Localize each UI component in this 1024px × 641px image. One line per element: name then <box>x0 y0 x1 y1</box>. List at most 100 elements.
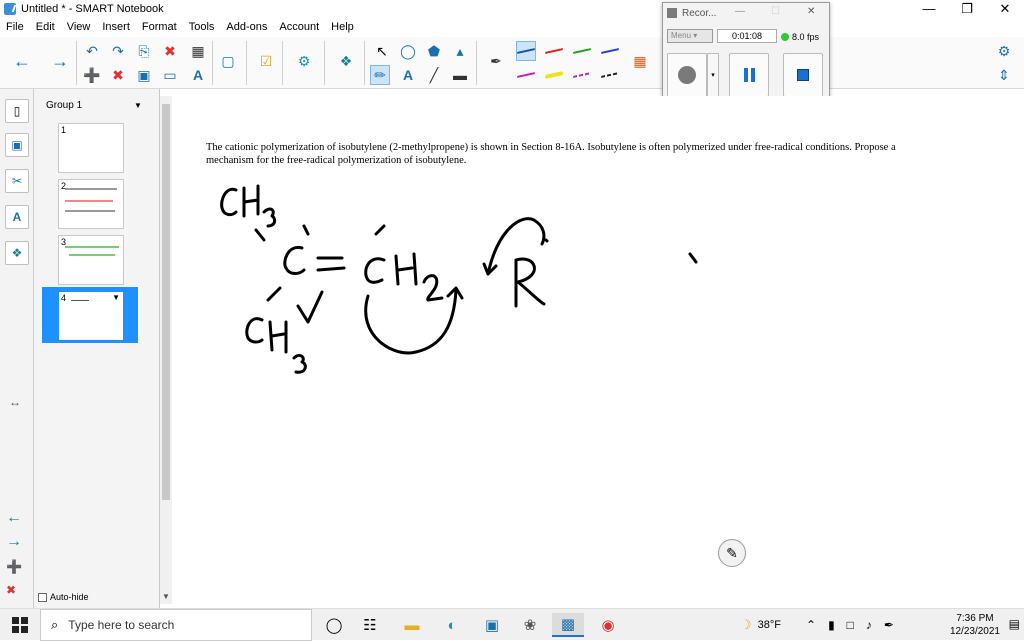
pause-button[interactable] <box>729 53 769 97</box>
whiteboard-canvas[interactable]: The cationic polymerization of isobutyle… <box>172 96 1024 608</box>
ink-c-lower <box>245 317 264 344</box>
close-button[interactable]: ✕ <box>986 0 1024 18</box>
side-tabs: ▯ ▣ ✂ A ❖ ↔ ← → ➕ ✖ <box>0 89 34 608</box>
cortana-icon[interactable]: ◯ <box>318 613 350 637</box>
store-icon[interactable]: ▣ <box>476 613 508 637</box>
screen-shade-icon[interactable]: ▭ <box>160 65 180 85</box>
pen-dashed-black-icon[interactable] <box>600 65 620 85</box>
weather-widget[interactable]: ☽ 38°F <box>740 609 781 641</box>
menu-edit[interactable]: Edit <box>30 21 61 33</box>
task-view-icon[interactable]: ☷ <box>354 613 386 637</box>
edge-icon[interactable]: ◐ <box>436 613 468 637</box>
attachments-tab[interactable]: ✂ <box>5 169 29 193</box>
microphone-icon[interactable]: ▮ <box>828 618 835 632</box>
smart-notebook-taskbar-icon[interactable]: ▩ <box>552 613 584 637</box>
color-palette-icon[interactable]: ▦ <box>630 51 650 71</box>
pen-yellow-icon[interactable] <box>544 65 564 85</box>
widget-icon[interactable]: ❖ <box>336 51 356 71</box>
pen-black-icon[interactable] <box>516 41 536 61</box>
taskbar-clock[interactable]: 7:36 PM 12/23/2021 <box>950 612 1000 638</box>
pen-red-icon[interactable] <box>544 41 564 61</box>
fill-icon[interactable]: ▴ <box>450 41 470 61</box>
pen-icon[interactable]: ✒ <box>486 51 506 71</box>
display-icon[interactable]: ▢ <box>218 51 238 71</box>
notifications-icon[interactable]: ▤ <box>1009 617 1020 631</box>
settings-gear-icon[interactable]: ⚙ <box>994 41 1014 61</box>
page-thumbnail-3[interactable]: 3 <box>58 235 124 285</box>
check-response-icon[interactable]: ☑ <box>256 51 276 71</box>
add-ons-tab[interactable]: ❖ <box>5 241 29 265</box>
chrome-icon[interactable]: ◉ <box>592 613 624 637</box>
ink-stray-mark <box>688 252 698 264</box>
add-ons-icon[interactable]: ⚙ <box>294 51 314 71</box>
shapes-icon[interactable]: ◯ <box>398 41 418 61</box>
menu-addons[interactable]: Add-ons <box>220 21 273 33</box>
paste-icon[interactable]: ⎘ <box>134 41 154 61</box>
menu-view[interactable]: View <box>61 21 97 33</box>
back-arrow-icon[interactable]: ← <box>12 51 32 71</box>
text-tool-icon[interactable]: A <box>398 65 418 85</box>
pens-icon[interactable]: ✏ <box>370 65 390 85</box>
recorder-maximize-button[interactable]: ☐ <box>771 6 780 17</box>
page-sorter-scrollbar[interactable]: ▼ <box>160 96 172 604</box>
scroll-down-icon[interactable]: ▼ <box>162 592 170 601</box>
move-toolbar-icon[interactable]: ⇕ <box>994 65 1014 85</box>
page-sorter-tab[interactable]: ▯ <box>5 99 29 123</box>
add-page-icon[interactable]: ➕ <box>82 65 102 85</box>
add-page-side-icon[interactable]: ➕ <box>6 559 22 575</box>
group-dropdown-icon[interactable]: ▼ <box>134 101 142 110</box>
start-button[interactable] <box>0 609 40 641</box>
menu-tools[interactable]: Tools <box>183 21 221 33</box>
auto-hide-toggle[interactable]: Auto-hide <box>38 592 89 602</box>
floating-pen-button[interactable]: ✎ <box>718 539 746 567</box>
minimize-button[interactable]: — <box>910 0 948 18</box>
pen-green-icon[interactable] <box>572 41 592 61</box>
menu-file[interactable]: File <box>0 21 30 33</box>
record-options-dropdown[interactable]: ▾ <box>707 53 719 97</box>
eraser-icon[interactable]: ▬ <box>450 65 470 85</box>
pen-tray-icon[interactable]: ✒ <box>884 618 894 632</box>
volume-icon[interactable]: ♪ <box>866 618 872 632</box>
menu-format[interactable]: Format <box>136 21 183 33</box>
record-button[interactable] <box>667 53 707 97</box>
scrollbar-thumb[interactable] <box>162 104 170 500</box>
select-arrow-icon[interactable]: ↖ <box>372 41 392 61</box>
line-tool-icon[interactable]: ╱ <box>424 65 444 85</box>
properties-tab[interactable]: A <box>5 205 29 229</box>
pen-blue-icon[interactable] <box>600 41 620 61</box>
next-page-arrow-icon[interactable]: → <box>6 533 22 551</box>
page-menu-icon[interactable]: ▼ <box>112 293 120 302</box>
show-hidden-icons-icon[interactable]: ⌃ <box>806 618 816 632</box>
delete-page-side-icon[interactable]: ✖ <box>6 583 16 597</box>
menu-help[interactable]: Help <box>325 21 360 33</box>
delete-icon[interactable]: ✖ <box>160 41 180 61</box>
pen-magenta-icon[interactable] <box>516 65 536 85</box>
recorder-close-button[interactable]: ✕ <box>807 6 815 17</box>
resize-panel-icon[interactable]: ↔ <box>9 395 21 409</box>
gallery-tab[interactable]: ▣ <box>5 133 29 157</box>
menu-account[interactable]: Account <box>273 21 325 33</box>
menu-insert[interactable]: Insert <box>96 21 136 33</box>
table-icon[interactable]: ▦ <box>188 41 208 61</box>
page-thumbnail-2[interactable]: 2 <box>58 179 124 229</box>
save-icon[interactable]: ▣ <box>134 65 154 85</box>
text-format-icon[interactable]: A <box>188 65 208 85</box>
forward-arrow-icon[interactable]: → <box>50 51 70 71</box>
paint-icon[interactable]: ❀ <box>514 613 546 637</box>
auto-hide-checkbox[interactable] <box>38 592 47 602</box>
file-explorer-icon[interactable]: ▬ <box>396 613 428 637</box>
delete-page-icon[interactable]: ✖ <box>108 65 128 85</box>
undo-icon[interactable]: ↶ <box>82 41 102 61</box>
page-thumbnail-4[interactable]: 4 ▼ <box>58 291 124 341</box>
taskbar-search-box[interactable]: ⌕ Type here to search <box>40 609 312 641</box>
prev-page-arrow-icon[interactable]: ← <box>6 509 22 527</box>
pen-dashed-magenta-icon[interactable] <box>572 65 592 85</box>
network-icon[interactable]: □ <box>847 618 854 632</box>
stop-button[interactable] <box>783 53 823 97</box>
polygon-icon[interactable]: ⬟ <box>424 41 444 61</box>
page-thumbnail-1[interactable]: 1 <box>58 123 124 173</box>
redo-icon[interactable]: ↷ <box>108 41 128 61</box>
maximize-button[interactable]: ❐ <box>948 0 986 18</box>
recorder-minimize-button[interactable]: — <box>735 6 745 17</box>
recorder-menu-dropdown[interactable]: Menu ▾ <box>667 29 713 43</box>
